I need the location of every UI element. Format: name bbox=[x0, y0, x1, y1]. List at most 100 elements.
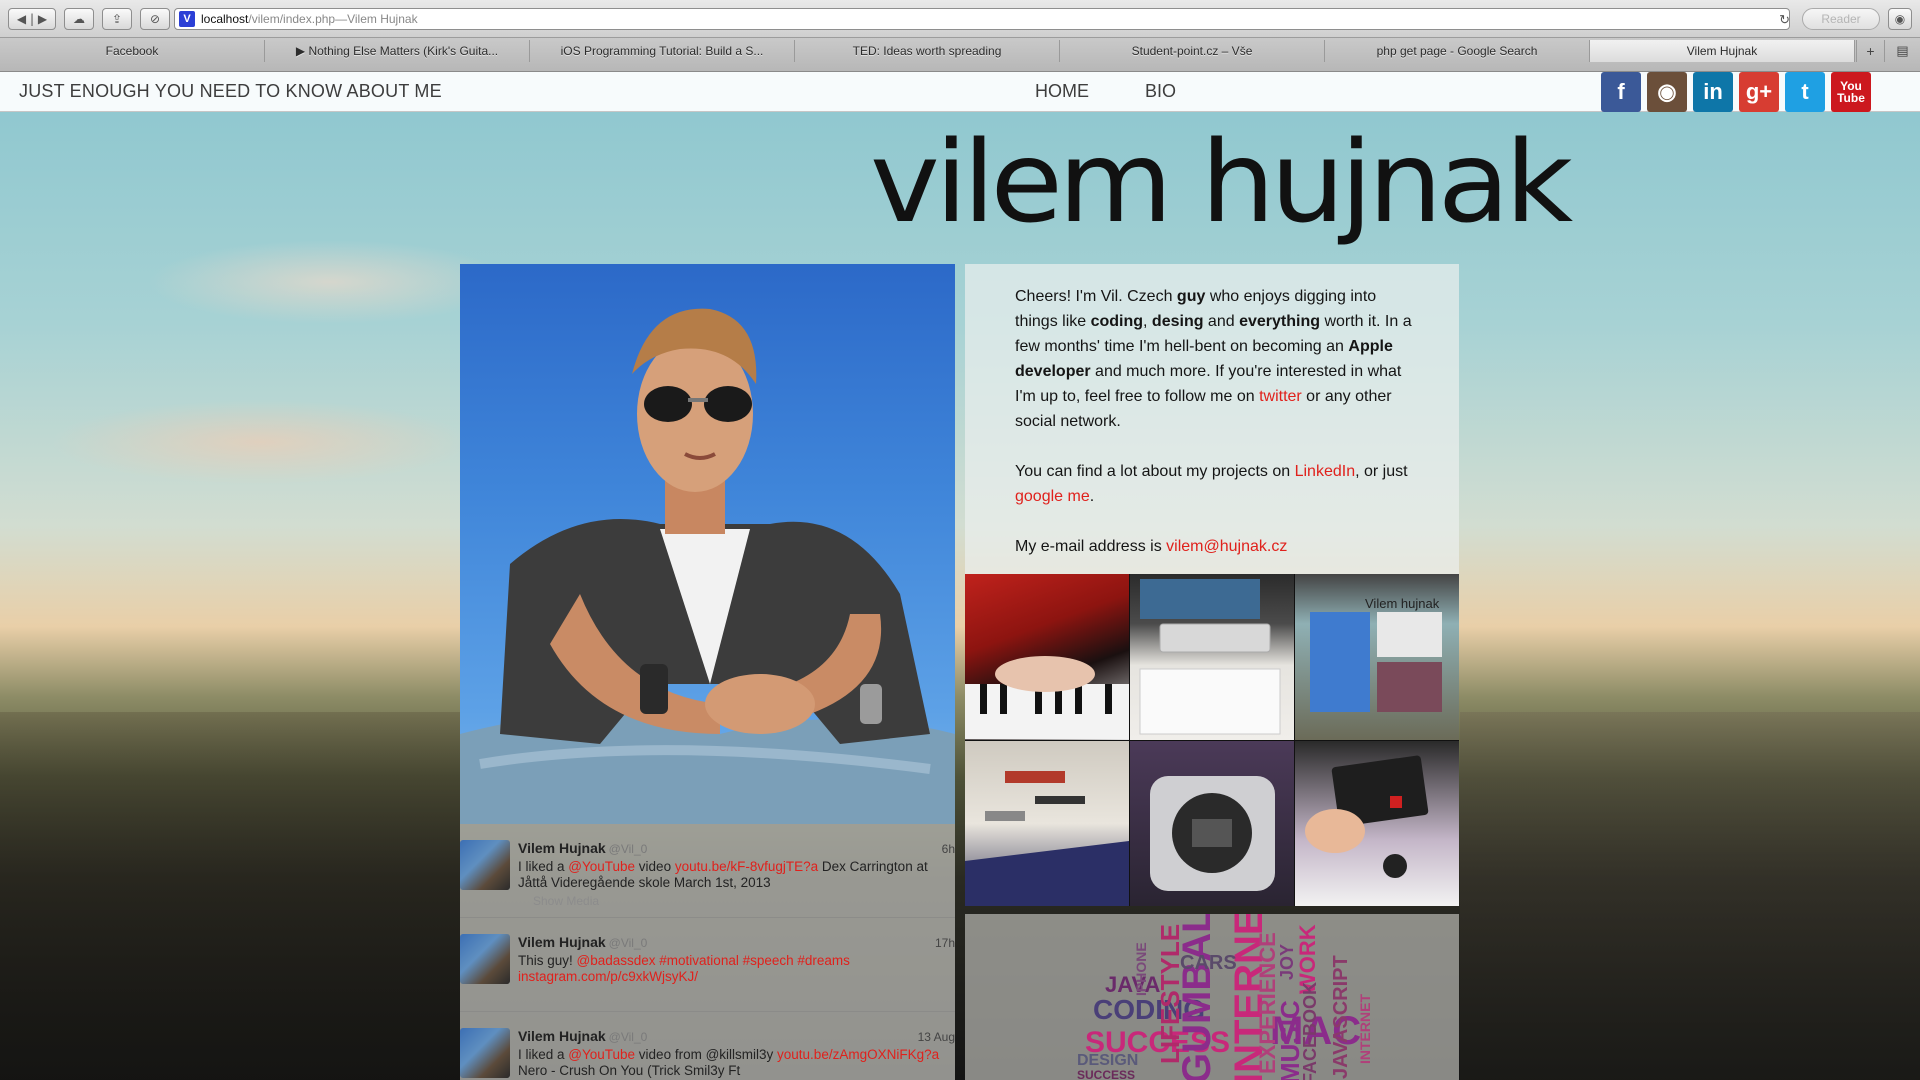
tweet-time[interactable]: 17h bbox=[935, 936, 955, 950]
youtube-icon[interactable]: You Tube bbox=[1831, 72, 1871, 112]
share-button[interactable]: ⇪ bbox=[102, 8, 132, 30]
cloud-icon: ☁ bbox=[73, 12, 85, 26]
tweet-author[interactable]: Vilem Hujnak bbox=[518, 840, 606, 856]
bio-text: My e-mail address is bbox=[1015, 538, 1167, 555]
tweet-text-part: video from @killsmil3y bbox=[635, 1047, 778, 1062]
twitter-link[interactable]: twitter bbox=[1259, 388, 1302, 405]
cloud-word: JAVASCRIPT bbox=[1330, 955, 1352, 1079]
tweet-handle[interactable]: @Vil_0 bbox=[609, 936, 648, 950]
instagram-icon[interactable]: ◉ bbox=[1647, 72, 1687, 112]
favicon-icon: V bbox=[179, 11, 195, 27]
plus-icon: + bbox=[1866, 43, 1875, 59]
bio-text: , or just bbox=[1355, 463, 1408, 480]
page-viewport: JUST ENOUGH YOU NEED TO KNOW ABOUT ME HO… bbox=[0, 72, 1920, 1080]
downloads-button[interactable]: ◉ bbox=[1888, 8, 1912, 30]
cloud-word: IPHONE bbox=[1133, 942, 1149, 996]
instagram-photo-piano[interactable] bbox=[965, 574, 1129, 740]
site-name-heading: vilem hujnak bbox=[870, 116, 1573, 249]
tweet-text-part: This guy! bbox=[518, 953, 577, 968]
tab-facebook[interactable]: Facebook bbox=[0, 40, 265, 62]
tab-overview-button[interactable]: ▤ bbox=[1884, 40, 1920, 62]
tweet-link[interactable]: instagram.com/p/c9xkWjsyKJ/ bbox=[518, 969, 698, 984]
tabs-list-icon: ▤ bbox=[1896, 43, 1909, 58]
back-forward-buttons[interactable]: ◀ | ▶ bbox=[8, 8, 56, 30]
bio-text: , bbox=[1143, 313, 1152, 330]
facebook-icon[interactable]: f bbox=[1601, 72, 1641, 112]
url-page-title: Vilem Hujnak bbox=[347, 12, 418, 26]
piano-icon bbox=[965, 656, 1129, 739]
site-name-first: vilem bbox=[870, 116, 1173, 248]
bio-bold: guy bbox=[1176, 288, 1206, 305]
tweet[interactable]: Vilem Hujnak @Vil_0 13 Aug I liked a @You… bbox=[460, 1012, 955, 1080]
website-thumb-label: Vilem hujnak bbox=[1365, 596, 1440, 611]
email-link[interactable]: vilem@hujnak.cz bbox=[1166, 538, 1287, 555]
keyboard-icon bbox=[1139, 579, 1281, 735]
tweet[interactable]: Vilem Hujnak @Vil_0 6h I liked a @YouTube… bbox=[460, 824, 955, 918]
background-road-left bbox=[0, 712, 460, 1080]
google-me-link[interactable]: google me bbox=[1015, 488, 1090, 505]
tab-google-search[interactable]: php get page - Google Search bbox=[1325, 40, 1590, 62]
tweet[interactable]: Vilem Hujnak @Vil_0 17h This guy! @badass… bbox=[460, 918, 955, 1012]
bio-text: Cheers! I'm Vil. Czech bbox=[1015, 288, 1177, 305]
tweet-mention[interactable]: @YouTube bbox=[568, 859, 635, 874]
back-icon[interactable]: ◀ bbox=[17, 12, 26, 26]
linkedin-icon[interactable]: in bbox=[1693, 72, 1733, 112]
tab-ted[interactable]: TED: Ideas worth spreading bbox=[795, 40, 1060, 62]
instagram-photo-mac-mini[interactable] bbox=[1130, 740, 1294, 906]
instagram-photo-website[interactable]: Vilem hujnak bbox=[1295, 574, 1459, 740]
tweet-link[interactable]: youtu.be/zAmgOXNiFKg?a bbox=[777, 1047, 939, 1062]
tweet-author[interactable]: Vilem Hujnak bbox=[518, 1028, 606, 1044]
tweet-handle[interactable]: @Vil_0 bbox=[609, 1030, 648, 1044]
tweet-mention[interactable]: @YouTube bbox=[568, 1047, 635, 1062]
share-icon: ⇪ bbox=[111, 12, 123, 26]
bio-paragraph-email: My e-mail address is vilem@hujnak.cz bbox=[1015, 534, 1419, 559]
mac-mini-icon bbox=[1150, 775, 1275, 891]
instagram-photo-desk[interactable] bbox=[1130, 574, 1294, 740]
tweet-author[interactable]: Vilem Hujnak bbox=[518, 934, 606, 950]
cloud-word: SUCCESS bbox=[1077, 1068, 1136, 1080]
cloud-word: INTERNET bbox=[1357, 994, 1373, 1064]
site-header: JUST ENOUGH YOU NEED TO KNOW ABOUT ME HO… bbox=[0, 72, 1920, 112]
bookmarks-icon: ⊘ bbox=[149, 12, 161, 26]
twitter-icon[interactable]: t bbox=[1785, 72, 1825, 112]
cloud-word: FACEBOOK bbox=[1300, 981, 1320, 1080]
tweet-link[interactable]: youtu.be/kF-8vfugjTE?a bbox=[675, 859, 818, 874]
instagram-photo-tools[interactable] bbox=[965, 740, 1129, 906]
tab-nothing-else-matters[interactable]: ▶ Nothing Else Matters (Kirk's Guita... bbox=[265, 40, 530, 62]
avatar[interactable] bbox=[460, 934, 510, 984]
bio-text: and bbox=[1203, 313, 1240, 330]
url-separator: — bbox=[335, 12, 348, 26]
bio-paragraph-projects: You can find a lot about my projects on … bbox=[1015, 459, 1419, 509]
tab-student-point[interactable]: Student-point.cz – Vše bbox=[1060, 40, 1325, 62]
tweet-hashtags[interactable]: @badassdex #motivational #speech #dreams bbox=[577, 953, 850, 968]
tab-ios-tutorial[interactable]: iOS Programming Tutorial: Build a S... bbox=[530, 40, 795, 62]
bio-paragraph-intro: Cheers! I'm Vil. Czech guy who enjoys di… bbox=[1015, 284, 1419, 434]
twitter-feed[interactable]: Vilem Hujnak @Vil_0 6h I liked a @YouTube… bbox=[460, 824, 955, 1080]
icloud-tabs-button[interactable]: ☁ bbox=[64, 8, 94, 30]
tweet-handle[interactable]: @Vil_0 bbox=[609, 842, 648, 856]
address-bar[interactable]: V localhost/vilem/index.php — Vilem Hujn… bbox=[174, 8, 1790, 30]
linkedin-link[interactable]: LinkedIn bbox=[1295, 463, 1356, 480]
reader-button[interactable]: Reader bbox=[1802, 8, 1880, 30]
forward-icon[interactable]: ▶ bbox=[38, 12, 47, 26]
tab-vilem-hujnak[interactable]: Vilem Hujnak bbox=[1590, 40, 1855, 62]
sidebar-button[interactable]: ⊘ bbox=[140, 8, 170, 30]
show-media-link[interactable]: Show Media bbox=[518, 894, 945, 908]
instagram-photo-ssd[interactable] bbox=[1295, 740, 1459, 906]
avatar[interactable] bbox=[460, 1028, 510, 1078]
tweet-time[interactable]: 13 Aug bbox=[918, 1030, 955, 1044]
new-tab-button[interactable]: + bbox=[1856, 40, 1884, 62]
reload-icon[interactable]: ↻ bbox=[1779, 12, 1790, 28]
tweet-text-part: I liked a bbox=[518, 859, 569, 874]
site-tagline: JUST ENOUGH YOU NEED TO KNOW ABOUT ME bbox=[19, 81, 442, 101]
tweet-time[interactable]: 6h bbox=[942, 842, 955, 856]
tweet-text-part: video bbox=[635, 859, 675, 874]
avatar[interactable] bbox=[460, 840, 510, 890]
nav-bio[interactable]: BIO bbox=[1145, 81, 1176, 102]
bio-text: . bbox=[1089, 488, 1095, 505]
nav-home[interactable]: HOME bbox=[1035, 81, 1089, 102]
googleplus-icon[interactable]: g+ bbox=[1739, 72, 1779, 112]
browser-toolbar: ◀ | ▶ ☁ ⇪ ⊘ V localhost/vilem/index.php … bbox=[0, 0, 1920, 38]
tweet-text: This guy! @badassdex #motivational #spee… bbox=[518, 953, 945, 985]
bio-bold: everything bbox=[1239, 313, 1320, 330]
